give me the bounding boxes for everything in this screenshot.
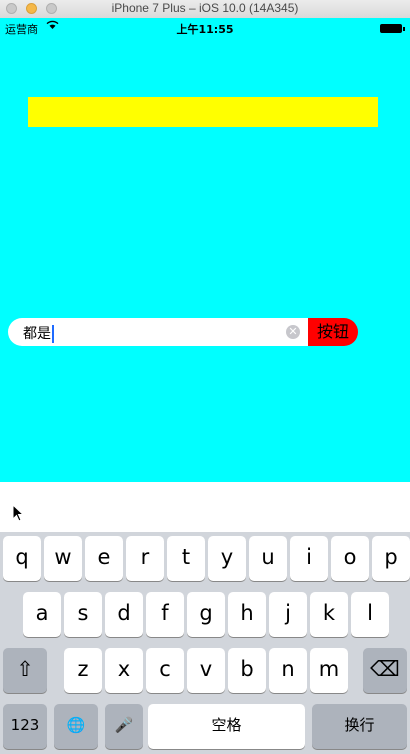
- delete-key-icon[interactable]: ⌫: [363, 648, 407, 693]
- key-v[interactable]: v: [187, 648, 225, 693]
- key-y[interactable]: y: [208, 536, 246, 581]
- key-r[interactable]: r: [126, 536, 164, 581]
- key-u[interactable]: u: [249, 536, 287, 581]
- key-i[interactable]: i: [290, 536, 328, 581]
- key-e[interactable]: e: [85, 536, 123, 581]
- keyboard: q w e r t y u i o p a s d f g h j k l ⇧ …: [0, 532, 410, 754]
- key-t[interactable]: t: [167, 536, 205, 581]
- key-m[interactable]: m: [310, 648, 348, 693]
- key-g[interactable]: g: [187, 592, 225, 637]
- text-caret: [52, 325, 54, 343]
- action-button[interactable]: 按钮: [308, 318, 358, 346]
- globe-key-icon[interactable]: 🌐: [54, 704, 98, 749]
- text-input-content: 都是: [23, 326, 51, 342]
- key-z[interactable]: z: [64, 648, 102, 693]
- key-w[interactable]: w: [44, 536, 82, 581]
- status-time: 上午11:55: [176, 23, 234, 36]
- mouse-pointer-icon: [12, 503, 25, 526]
- battery-icon: [380, 24, 405, 33]
- space-key[interactable]: 空格: [148, 704, 305, 749]
- clear-text-icon[interactable]: ✕: [286, 325, 300, 339]
- window-title: iPhone 7 Plus – iOS 10.0 (14A345): [111, 1, 299, 15]
- key-p[interactable]: p: [372, 536, 410, 581]
- key-b[interactable]: b: [228, 648, 266, 693]
- phone-screen: 运营商 上午11:55 都是 ✕ 按钮 q w e r t y u i o p …: [0, 18, 410, 754]
- key-c[interactable]: c: [146, 648, 184, 693]
- key-j[interactable]: j: [269, 592, 307, 637]
- key-h[interactable]: h: [228, 592, 266, 637]
- status-bar: 运营商 上午11:55: [0, 18, 410, 38]
- key-k[interactable]: k: [310, 592, 348, 637]
- key-s[interactable]: s: [64, 592, 102, 637]
- numbers-key[interactable]: 123: [3, 704, 47, 749]
- return-key[interactable]: 换行: [312, 704, 407, 749]
- key-l[interactable]: l: [351, 592, 389, 637]
- key-x[interactable]: x: [105, 648, 143, 693]
- key-d[interactable]: d: [105, 592, 143, 637]
- microphone-key-icon[interactable]: 🎤: [105, 704, 143, 749]
- key-n[interactable]: n: [269, 648, 307, 693]
- key-a[interactable]: a: [23, 592, 61, 637]
- key-o[interactable]: o: [331, 536, 369, 581]
- keyboard-candidate-bar: [0, 482, 410, 532]
- key-q[interactable]: q: [3, 536, 41, 581]
- key-f[interactable]: f: [146, 592, 184, 637]
- shift-key-icon[interactable]: ⇧: [3, 648, 47, 693]
- simulator-title-bar: iPhone 7 Plus – iOS 10.0 (14A345): [0, 0, 410, 19]
- yellow-banner: [28, 97, 378, 127]
- text-input[interactable]: 都是 ✕: [8, 318, 308, 346]
- text-input-value: 都是: [23, 323, 54, 343]
